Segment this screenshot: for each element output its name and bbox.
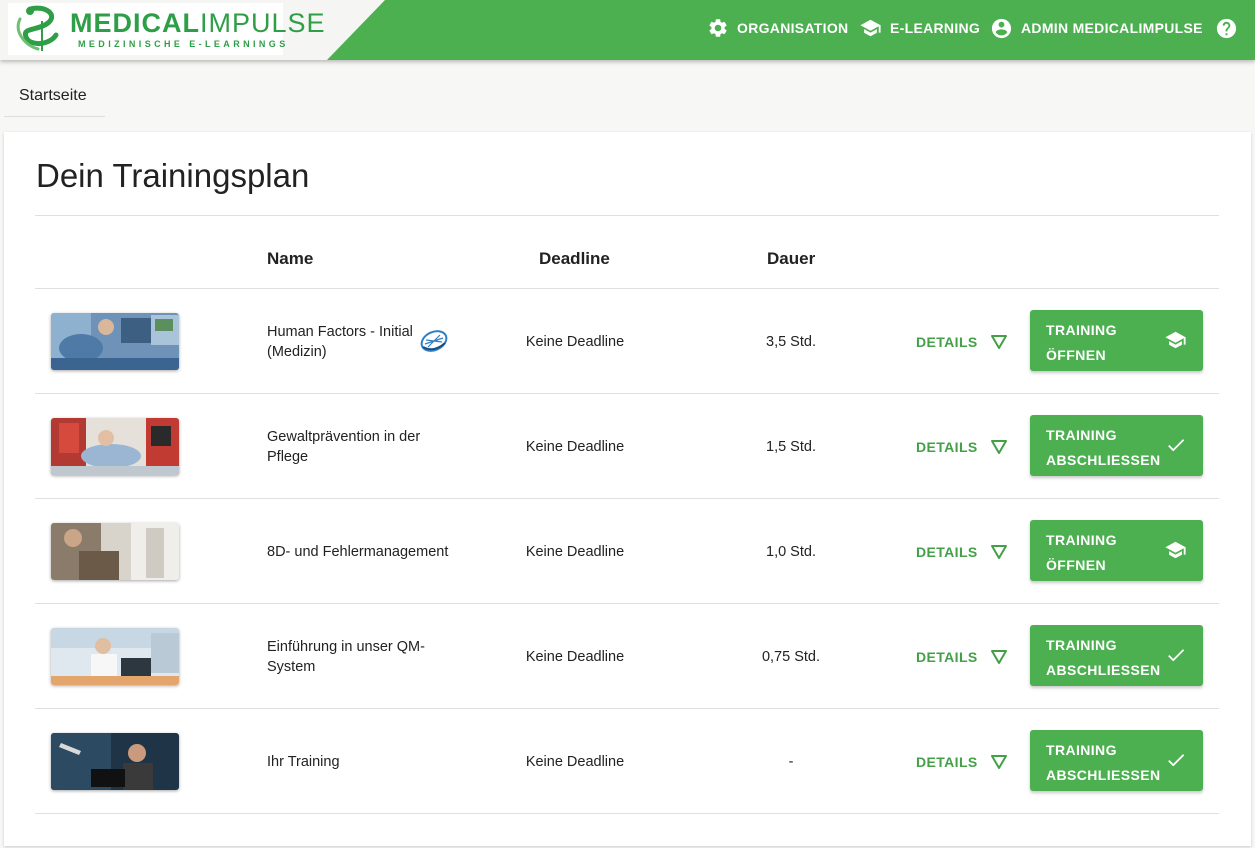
training-duration: - <box>788 753 794 770</box>
check-icon <box>1168 754 1185 767</box>
logo-tagline: MEDIZINISCHE E-LEARNINGS <box>78 39 289 49</box>
breadcrumb-home-link[interactable]: Startseite <box>19 87 87 105</box>
graduation-cap-icon <box>1165 331 1186 349</box>
table-row: 8D- und Fehlermanagement Keine Deadline … <box>35 499 1219 604</box>
training-duration: 0,75 Std. <box>761 648 821 665</box>
logo-caduceus-icon <box>16 5 59 51</box>
details-toggle[interactable]: DETAILS <box>916 604 1008 709</box>
complete-training-label: TRAINING ABSCHLIESSEN <box>1046 742 1161 783</box>
partner-logo-icon <box>420 330 448 352</box>
column-header-deadline: Deadline <box>539 249 610 268</box>
open-training-label: TRAINING ÖFFNEN <box>1046 322 1117 363</box>
details-label: DETAILS <box>916 333 978 350</box>
training-name: Einführung in unser QM-System <box>267 638 425 675</box>
triangle-down-icon <box>990 754 1007 769</box>
title-divider <box>35 215 1219 216</box>
training-deadline: Keine Deadline <box>525 333 625 350</box>
row-divider <box>35 813 1219 814</box>
training-deadline: Keine Deadline <box>525 438 625 455</box>
details-label: DETAILS <box>916 543 978 560</box>
triangle-down-icon <box>990 544 1007 559</box>
training-thumbnail <box>51 523 179 580</box>
app-header: MEDICALIMPULSE MEDIZINISCHE E-LEARNINGS … <box>0 0 1255 60</box>
table-row: Einführung in unser QM-System Keine Dead… <box>35 604 1219 709</box>
column-header-dauer: Dauer <box>767 249 816 268</box>
complete-training-button[interactable]: TRAINING ABSCHLIESSEN <box>1030 415 1203 476</box>
training-deadline: Keine Deadline <box>525 753 625 770</box>
nav-admin-label: ADMIN MEDICALIMPULSE <box>1021 20 1203 36</box>
graduation-cap-icon <box>1165 541 1186 559</box>
training-thumbnail <box>51 628 179 685</box>
details-label: DETAILS <box>916 753 978 770</box>
training-name: Gewaltprävention in der Pflege <box>267 428 421 465</box>
logo-word-medical: MEDICAL <box>70 8 200 38</box>
complete-training-label: TRAINING ABSCHLIESSEN <box>1046 637 1161 678</box>
check-icon <box>1168 649 1185 662</box>
gear-icon <box>709 19 727 37</box>
training-duration: 1,0 Std. <box>766 543 816 560</box>
details-toggle[interactable]: DETAILS <box>916 394 1008 499</box>
triangle-down-icon <box>990 439 1007 454</box>
open-training-button[interactable]: TRAINING ÖFFNEN <box>1030 310 1203 371</box>
table-row: Ihr Training Keine Deadline - DETAILS TR… <box>35 709 1219 814</box>
nav-e-learning[interactable]: E-LEARNING <box>859 0 980 56</box>
complete-training-button[interactable]: TRAINING ABSCHLIESSEN <box>1030 625 1203 686</box>
training-duration: 3,5 Std. <box>766 333 816 350</box>
help-button[interactable] <box>1215 0 1246 56</box>
logo-word-impulse: IMPULSE <box>200 8 326 38</box>
brand-logo[interactable]: MEDICALIMPULSE MEDIZINISCHE E-LEARNINGS <box>8 3 325 55</box>
page-title: Dein Trainingsplan <box>36 157 310 194</box>
graduation-cap-icon <box>860 19 881 37</box>
logo-wordmark: MEDICALIMPULSE <box>70 8 326 39</box>
open-training-label: TRAINING ÖFFNEN <box>1046 532 1117 573</box>
details-label: DETAILS <box>916 648 978 665</box>
table-row: Gewaltprävention in der Pflege Keine Dea… <box>35 394 1219 499</box>
training-plan-card: Dein Trainingsplan Name Deadline Dauer H… <box>4 132 1251 846</box>
triangle-down-icon <box>990 334 1007 349</box>
complete-training-button[interactable]: TRAINING ABSCHLIESSEN <box>1030 730 1203 791</box>
nav-organisation[interactable]: ORGANISATION <box>707 0 848 56</box>
training-thumbnail <box>51 418 179 475</box>
details-toggle[interactable]: DETAILS <box>916 289 1008 394</box>
table-row: Human Factors - Initial (Medizin) Keine … <box>35 289 1219 394</box>
details-toggle[interactable]: DETAILS <box>916 499 1008 604</box>
nav-admin-account[interactable]: ADMIN MEDICALIMPULSE <box>990 0 1203 56</box>
nav-e-learning-label: E-LEARNING <box>890 20 981 36</box>
breadcrumb: Startseite <box>4 76 105 117</box>
column-header-name: Name <box>267 249 314 268</box>
training-thumbnail <box>51 313 179 370</box>
training-deadline: Keine Deadline <box>525 543 625 560</box>
details-toggle[interactable]: DETAILS <box>916 709 1008 814</box>
help-circle-icon <box>1216 18 1237 38</box>
details-label: DETAILS <box>916 438 978 455</box>
nav-organisation-label: ORGANISATION <box>737 20 849 36</box>
open-training-button[interactable]: TRAINING ÖFFNEN <box>1030 520 1203 581</box>
training-duration: 1,5 Std. <box>766 438 816 455</box>
complete-training-label: TRAINING ABSCHLIESSEN <box>1046 427 1161 468</box>
training-name: Ihr Training <box>267 753 340 770</box>
triangle-down-icon <box>990 649 1007 664</box>
training-thumbnail <box>51 733 179 790</box>
training-deadline: Keine Deadline <box>525 648 625 665</box>
training-name: 8D- und Fehlermanagement <box>267 543 449 560</box>
account-circle-icon <box>991 18 1012 38</box>
check-icon <box>1168 439 1185 452</box>
